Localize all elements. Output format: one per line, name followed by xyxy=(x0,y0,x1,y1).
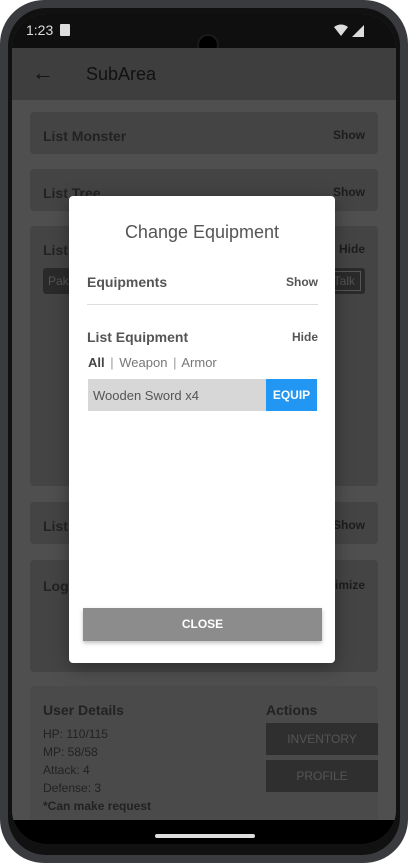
equip-button[interactable]: EQUIP xyxy=(266,379,317,411)
equipments-section: Equipments Show xyxy=(87,274,318,294)
profile-button[interactable]: PROFILE xyxy=(266,760,378,792)
inventory-button[interactable]: INVENTORY xyxy=(266,723,378,755)
equipment-filters: All | Weapon | Armor xyxy=(88,355,217,370)
card-toggle[interactable]: Show xyxy=(333,185,365,199)
back-arrow-icon[interactable]: ← xyxy=(32,62,54,84)
page-title: SubArea xyxy=(86,64,157,84)
card-user-details: User Details HP: 110/115 MP: 58/58 Attac… xyxy=(30,686,378,822)
list-item: Wooden Sword x4 EQUIP xyxy=(88,379,317,411)
equipments-label: Equipments xyxy=(87,274,168,290)
app-bar: ← SubArea xyxy=(12,48,396,100)
change-equipment-dialog: Change Equipment Equipments Show List Eq… xyxy=(69,196,335,663)
card-label: List Monster xyxy=(43,128,127,144)
filter-separator: | xyxy=(173,355,177,370)
wifi-icon xyxy=(334,24,348,36)
attack-value: Attack: 4 xyxy=(43,763,90,777)
sd-card-icon xyxy=(60,24,70,36)
actions-title: Actions xyxy=(266,702,318,718)
status-time: 1:23 xyxy=(26,22,54,38)
card-list-monster: List Monster Show xyxy=(30,112,378,154)
filter-all[interactable]: All xyxy=(88,355,105,370)
close-button[interactable]: CLOSE xyxy=(83,608,322,641)
filter-armor[interactable]: Armor xyxy=(181,355,216,370)
card-toggle[interactable]: imize xyxy=(335,578,365,592)
equipments-show-toggle[interactable]: Show xyxy=(286,275,318,289)
request-note: *Can make request xyxy=(43,799,152,813)
list-equipment-hide-toggle[interactable]: Hide xyxy=(292,330,318,344)
mp-value: MP: 58/58 xyxy=(43,745,98,759)
filter-separator: | xyxy=(110,355,114,370)
home-gesture-pill[interactable] xyxy=(155,834,255,838)
hp-value: HP: 110/115 xyxy=(43,727,108,741)
dialog-title: Change Equipment xyxy=(124,222,280,242)
list-equipment-label: List Equipment xyxy=(87,329,189,345)
list-equipment-section: List Equipment Hide xyxy=(87,329,318,349)
filter-weapon[interactable]: Weapon xyxy=(119,355,167,370)
card-toggle[interactable]: Show xyxy=(333,128,365,142)
card-toggle[interactable]: Hide xyxy=(339,242,365,256)
item-name: Wooden Sword x4 xyxy=(93,388,199,403)
signal-icons xyxy=(334,24,364,37)
section-divider xyxy=(87,304,318,305)
card-toggle[interactable]: Show xyxy=(333,518,365,532)
defense-value: Defense: 3 xyxy=(43,781,102,795)
user-details-title: User Details xyxy=(43,702,124,718)
cell-signal-icon xyxy=(352,25,364,37)
nav-bar xyxy=(12,820,396,844)
